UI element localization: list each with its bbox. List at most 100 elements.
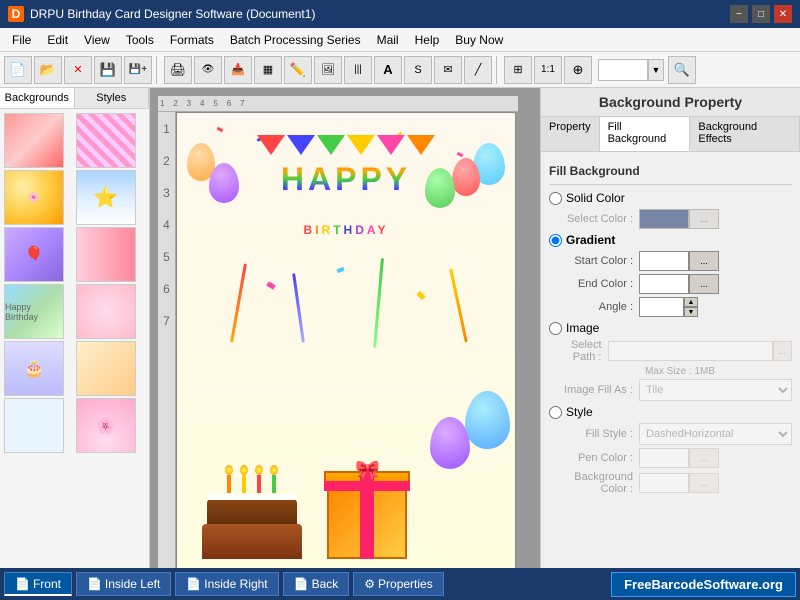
angle-input[interactable]: 359 [639, 297, 684, 317]
path-input[interactable] [608, 341, 773, 361]
menu-help[interactable]: Help [407, 31, 448, 49]
pencil-button[interactable]: ✏️ [284, 56, 312, 84]
barcode2-button[interactable]: ||| [344, 56, 372, 84]
image-label: Image [566, 321, 599, 335]
bg-thumb-1[interactable] [4, 113, 64, 168]
solid-color-swatch[interactable] [639, 209, 689, 229]
bg-thumb-9[interactable]: 🎂 [4, 341, 64, 396]
gradient-radio[interactable] [549, 234, 562, 247]
maximize-button[interactable]: □ [752, 5, 770, 23]
start-color-browse[interactable]: ... [689, 251, 719, 271]
zoom-input[interactable]: 150% [598, 59, 648, 81]
zoom-out-button[interactable]: 🔍 [668, 56, 696, 84]
bg-color-row: Background Color : ... [549, 471, 792, 495]
image-fill-select[interactable]: Tile Stretch Center [639, 379, 792, 401]
inside-left-label: Inside Left [105, 577, 160, 591]
image-fill-as-label: Image Fill As : [549, 384, 639, 396]
sidebar-tabs: Backgrounds Styles [0, 88, 149, 109]
ruler-horizontal: 1 2 3 4 5 6 7 [158, 96, 518, 112]
bg-thumb-5[interactable]: 🎈 [4, 227, 64, 282]
preview-button[interactable]: 👁 [194, 56, 222, 84]
end-color-browse[interactable]: ... [689, 274, 719, 294]
fill-background-label: Fill Background [549, 164, 792, 178]
angle-down-btn[interactable]: ▼ [684, 307, 698, 317]
menu-mail[interactable]: Mail [369, 31, 407, 49]
tab-inside-left[interactable]: 📄 Inside Left [76, 572, 171, 596]
inside-right-label: Inside Right [204, 577, 267, 591]
tab-property[interactable]: Property [541, 117, 600, 151]
image-row: Image [549, 321, 792, 335]
bg-thumb-6[interactable] [76, 227, 136, 282]
fill-style-select[interactable]: DashedHorizontal DashedVertical Solid [639, 423, 792, 445]
bg-thumb-2[interactable] [76, 113, 136, 168]
pen-color-label: Pen Color : [549, 452, 639, 464]
new-button[interactable]: 📄 [4, 56, 32, 84]
shape-button[interactable]: S [404, 56, 432, 84]
start-color-label: Start Color : [549, 255, 639, 267]
path-browse[interactable]: ... [773, 341, 793, 361]
tab-background-effects[interactable]: Background Effects [690, 117, 800, 151]
tab-front[interactable]: 📄 Front [4, 572, 72, 596]
bg-color-label: Background Color : [549, 471, 639, 495]
sign-button[interactable]: ✉ [434, 56, 462, 84]
menu-buynow[interactable]: Buy Now [447, 31, 511, 49]
menu-formats[interactable]: Formats [162, 31, 222, 49]
style-radio[interactable] [549, 406, 562, 419]
image-button[interactable]: 🖼 [314, 56, 342, 84]
tab-properties[interactable]: ⚙ Properties [353, 572, 443, 596]
bg-color-browse[interactable]: ... [689, 473, 719, 493]
close-button[interactable]: ✕ [774, 5, 792, 23]
tab-fill-background[interactable]: Fill Background [600, 117, 691, 151]
ruler-button[interactable]: 1:1 [534, 56, 562, 84]
bg-thumb-7[interactable]: Happy Birthday [4, 284, 64, 339]
card-canvas[interactable]: HAPPY BIRTHDAY [176, 112, 516, 568]
main-area: Backgrounds Styles 🌸 ⭐ 🎈 Happy Birthday … [0, 88, 800, 568]
pen-color-browse[interactable]: ... [689, 448, 719, 468]
pen-color-swatch[interactable] [639, 448, 689, 468]
zoom-in-button[interactable]: ⊕ [564, 56, 592, 84]
menu-file[interactable]: File [4, 31, 39, 49]
bg-color-swatch[interactable] [639, 473, 689, 493]
bg-thumb-3[interactable]: 🌸 [4, 170, 64, 225]
end-color-swatch[interactable] [639, 274, 689, 294]
tab-styles[interactable]: Styles [75, 88, 150, 108]
save-button[interactable]: 💾 [94, 56, 122, 84]
bg-thumb-11[interactable] [4, 398, 64, 453]
bottom-tabs: 📄 Front 📄 Inside Left 📄 Inside Right 📄 B… [0, 568, 800, 600]
front-icon: 📄 [15, 577, 30, 591]
tab-back[interactable]: 📄 Back [283, 572, 350, 596]
import-button[interactable]: 📥 [224, 56, 252, 84]
solid-color-radio[interactable] [549, 192, 562, 205]
line-button[interactable]: ╱ [464, 56, 492, 84]
image-radio[interactable] [549, 322, 562, 335]
inside-right-icon: 📄 [186, 577, 201, 591]
open-button[interactable]: 📂 [34, 56, 62, 84]
pen-color-row: Pen Color : ... [549, 448, 792, 468]
menu-view[interactable]: View [76, 31, 118, 49]
solid-color-browse[interactable]: ... [689, 209, 719, 229]
tab-inside-right[interactable]: 📄 Inside Right [175, 572, 278, 596]
canvas-wrapper: 1 2 3 4 5 6 7 1234567 [158, 96, 518, 568]
menu-edit[interactable]: Edit [39, 31, 76, 49]
titlebar-controls: − □ ✕ [730, 5, 792, 23]
menu-batch[interactable]: Batch Processing Series [222, 31, 369, 49]
bg-thumb-12[interactable]: 🌸 [76, 398, 136, 453]
angle-up-btn[interactable]: ▲ [684, 297, 698, 307]
zoom-dropdown-btn[interactable]: ▼ [648, 59, 664, 81]
bg-thumb-10[interactable] [76, 341, 136, 396]
grid-button[interactable]: ⊞ [504, 56, 532, 84]
barcode-button[interactable]: ▦ [254, 56, 282, 84]
print-button[interactable]: 🖨 [164, 56, 192, 84]
tab-backgrounds[interactable]: Backgrounds [0, 88, 75, 108]
fill-style-row: Fill Style : DashedHorizontal DashedVert… [549, 423, 792, 445]
start-color-swatch[interactable] [639, 251, 689, 271]
menu-tools[interactable]: Tools [118, 31, 162, 49]
text-button[interactable]: A [374, 56, 402, 84]
bg-thumb-4[interactable]: ⭐ [76, 170, 136, 225]
bg-thumb-8[interactable] [76, 284, 136, 339]
save-as-button[interactable]: 💾+ [124, 56, 152, 84]
close-doc-button[interactable]: ✕ [64, 56, 92, 84]
panel-title: Background Property [541, 88, 800, 117]
solid-color-label: Solid Color [566, 191, 625, 205]
minimize-button[interactable]: − [730, 5, 748, 23]
